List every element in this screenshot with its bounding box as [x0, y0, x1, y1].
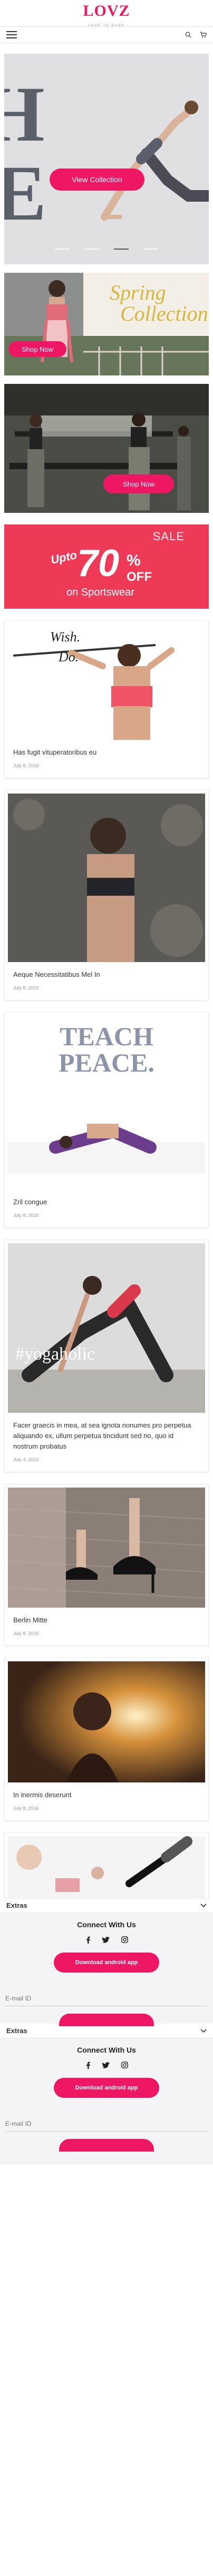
logo-tagline: LOVE TO SHOP — [88, 24, 125, 27]
connect-heading: Connect With Us — [77, 1920, 136, 1929]
sale-percent-sign: % — [127, 552, 141, 569]
logo-text: LOVZ — [83, 2, 130, 19]
spring-line-1: Spring — [110, 281, 166, 304]
wish-do-fitness-image — [8, 624, 205, 740]
social-links — [0, 1936, 213, 1946]
post-title[interactable]: Facer graecis in mea, at sea ignota nonu… — [5, 1413, 208, 1452]
spring-script-text: Spring Collection — [110, 282, 208, 324]
chevron-down-icon — [200, 2028, 207, 2033]
extras-accordion-label: Extras — [6, 1901, 27, 1909]
post-date: July 8, 2016 — [13, 1806, 39, 1811]
gym-collection-image — [4, 384, 209, 513]
instagram-icon[interactable] — [121, 1936, 128, 1946]
connect-section: Connect With Us Download android app — [0, 1913, 213, 2026]
extras-accordion[interactable]: Extras — [0, 1898, 213, 1913]
post-title[interactable]: Berlin Mitte — [5, 1608, 208, 1626]
post-image[interactable] — [8, 794, 205, 962]
post-overlay-tag: #yogaholic — [15, 1344, 95, 1364]
sale-banner[interactable]: SALE Upto 70 % OFF on Sportswear — [4, 524, 209, 609]
post-card[interactable]: TEACH PEACE. Zril congue July 8, 2016 — [4, 1012, 209, 1228]
page: LOVZ LOVE TO SHOP H E View Collection Sp… — [0, 0, 213, 2576]
post-card[interactable]: In inermis deserunt July 8, 2016 — [4, 1658, 209, 1821]
hero-letter-e: E — [4, 150, 47, 237]
twitter-icon[interactable] — [102, 2062, 110, 2072]
slider-dot[interactable] — [55, 249, 70, 250]
hero-letter-h: H — [4, 71, 45, 158]
sale-off: OFF — [127, 570, 152, 584]
post-image[interactable] — [8, 1661, 205, 1782]
post-image[interactable] — [8, 1488, 205, 1608]
post-card[interactable]: #yogaholic Facer graecis in mea, at sea … — [4, 1240, 209, 1472]
post-title[interactable]: In inermis deserunt — [5, 1782, 208, 1800]
sale-subtitle: on Sportswear — [66, 587, 134, 598]
view-collection-button[interactable]: View Collection — [50, 169, 144, 191]
menu-icon[interactable] — [6, 31, 17, 38]
newsletter-row — [0, 1990, 213, 2026]
post-title[interactable]: Aeque Necessitatibus Mel In — [5, 962, 208, 980]
post-overlay-line-1: TEACH — [60, 1022, 153, 1051]
email-input[interactable] — [5, 1990, 208, 2006]
gym-shop-now-button[interactable]: Shop Now — [103, 474, 174, 493]
spring-shop-now-button[interactable]: Shop Now — [8, 341, 66, 357]
logo-bar: LOVZ LOVE TO SHOP — [0, 0, 213, 28]
post-card[interactable]: Wish. Do. Has fugit vituperatoribus eu J… — [4, 620, 209, 778]
post-date: July 8, 2016 — [13, 985, 39, 990]
connect-heading: Connect With Us — [77, 2046, 136, 2054]
high-heels-image — [8, 1488, 205, 1608]
post-card[interactable]: Berlin Mitte July 8, 2016 — [4, 1484, 209, 1646]
post-date: July 4, 2016 — [13, 1457, 39, 1462]
post-image[interactable] — [8, 1836, 205, 1898]
slider-dots — [4, 249, 209, 250]
sale-percent: 70 — [77, 542, 120, 584]
facebook-icon[interactable] — [85, 1936, 91, 1946]
post-overlay-line-1: Wish. — [50, 629, 81, 645]
subscribe-button[interactable] — [59, 2139, 154, 2152]
site-logo[interactable]: LOVZ LOVE TO SHOP — [83, 3, 130, 34]
search-icon[interactable] — [185, 32, 191, 38]
extras-accordion-label: Extras — [6, 2027, 27, 2035]
sale-upto: Upto — [49, 548, 79, 567]
extras-accordion[interactable]: Extras — [0, 2024, 213, 2038]
post-date: July 8, 2016 — [13, 1631, 39, 1636]
slider-dot[interactable] — [84, 249, 99, 250]
download-android-app-button[interactable]: Download android app — [54, 1953, 159, 1973]
hero-yoga-model-image — [101, 101, 209, 221]
post-title[interactable]: Zril congue — [5, 1190, 208, 1207]
post-date: July 8, 2016 — [13, 763, 39, 768]
post-title[interactable]: Has fugit vituperatoribus eu — [5, 740, 208, 758]
instagram-icon[interactable] — [121, 2062, 128, 2072]
chevron-down-icon — [200, 1903, 207, 1907]
post-overlay-line-2: Do. — [59, 649, 79, 665]
lingerie-model-image — [8, 794, 205, 962]
post-image[interactable]: #yogaholic — [8, 1243, 205, 1413]
download-android-app-button[interactable]: Download android app — [54, 2078, 159, 2098]
connect-section: Connect With Us Download android app — [0, 2038, 213, 2165]
email-input[interactable] — [5, 2116, 208, 2132]
spring-collection-banner[interactable]: Spring Collection Shop Now — [4, 273, 209, 375]
post-image[interactable]: Wish. Do. — [8, 624, 205, 740]
hero-slider[interactable]: H E View Collection — [4, 54, 209, 264]
social-links — [0, 2062, 213, 2072]
slider-dot-active[interactable] — [114, 249, 129, 250]
yogaholic-image — [8, 1243, 205, 1413]
post-card[interactable]: Aeque Necessitatibus Mel In July 8, 2016 — [4, 790, 209, 1000]
post-date: July 8, 2016 — [13, 1213, 39, 1218]
spring-line-2: Collection — [120, 302, 208, 325]
slider-dot[interactable] — [143, 249, 158, 250]
cart-icon[interactable] — [200, 32, 207, 38]
gym-collection-banner[interactable]: Shop Now — [4, 384, 209, 513]
sale-word: SALE — [152, 530, 185, 543]
post-overlay-line-2: PEACE. — [59, 1048, 154, 1077]
newsletter-row — [0, 2116, 213, 2152]
sunset-portrait-image — [8, 1661, 205, 1782]
twitter-icon[interactable] — [102, 1936, 110, 1946]
post-image[interactable]: TEACH PEACE. — [8, 1016, 205, 1190]
makeup-products-image — [8, 1836, 205, 1898]
post-card[interactable] — [4, 1832, 209, 1898]
facebook-icon[interactable] — [85, 2062, 91, 2072]
